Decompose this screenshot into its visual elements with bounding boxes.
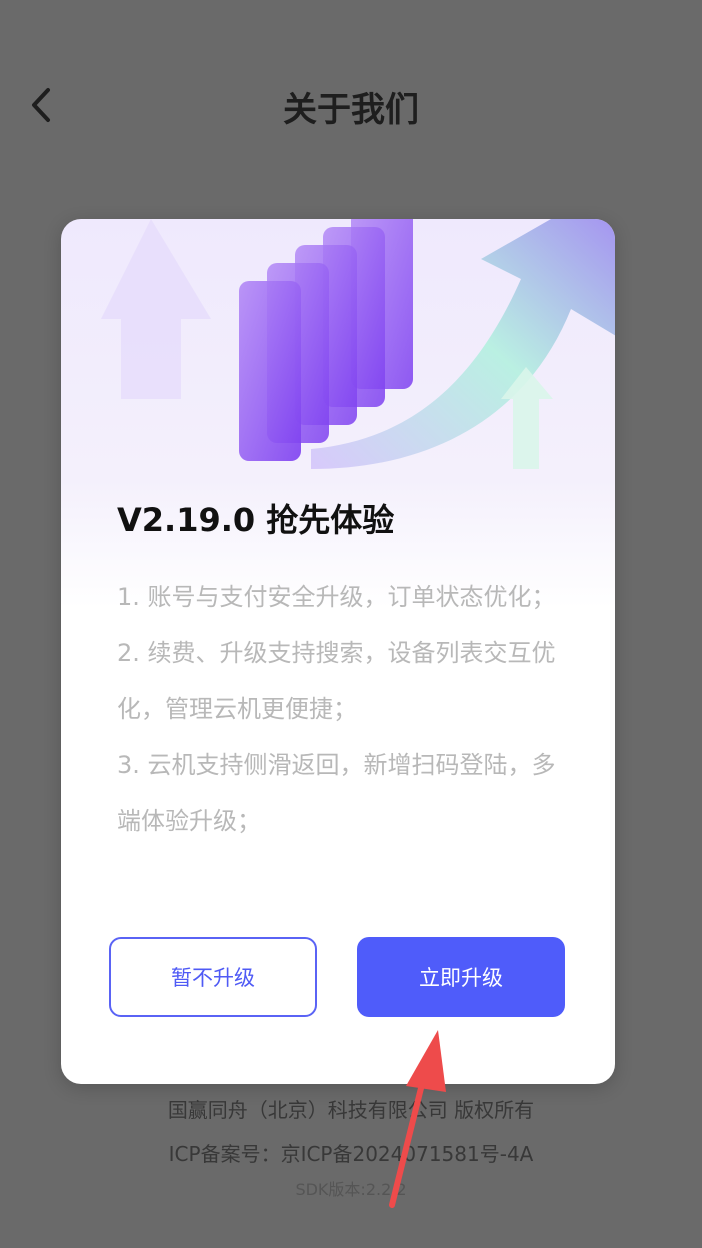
release-note-1: 1. 账号与支付安全升级，订单状态优化； — [117, 583, 556, 611]
sdk-version-text: SDK版本:2.2.2 — [295, 1180, 407, 1199]
upgrade-now-button[interactable]: 立即升级 — [357, 937, 565, 1017]
upgrade-illustration — [101, 219, 615, 469]
release-notes: 1. 账号与支付安全升级，订单状态优化； 2. 续费、升级支持搜索，设备列表交互… — [117, 569, 557, 849]
icp-text: ICP备案号：京ICP备2024071581号-4A — [168, 1142, 534, 1166]
release-note-3: 3. 云机支持侧滑返回，新增扫码登陆，多端体验升级； — [117, 751, 556, 835]
app-header: 关于我们 — [0, 60, 702, 150]
release-note-2: 2. 续费、升级支持搜索，设备列表交互优化，管理云机更便捷； — [117, 639, 556, 723]
copyright-text: 国赢同舟（北京）科技有限公司 版权所有 — [167, 1098, 535, 1122]
update-dialog: V2.19.0 抢先体验 1. 账号与支付安全升级，订单状态优化； 2. 续费、… — [61, 219, 615, 1084]
not-now-button[interactable]: 暂不升级 — [109, 937, 317, 1017]
page-title: 关于我们 — [283, 90, 419, 130]
version-title: V2.19.0 抢先体验 — [117, 501, 395, 539]
